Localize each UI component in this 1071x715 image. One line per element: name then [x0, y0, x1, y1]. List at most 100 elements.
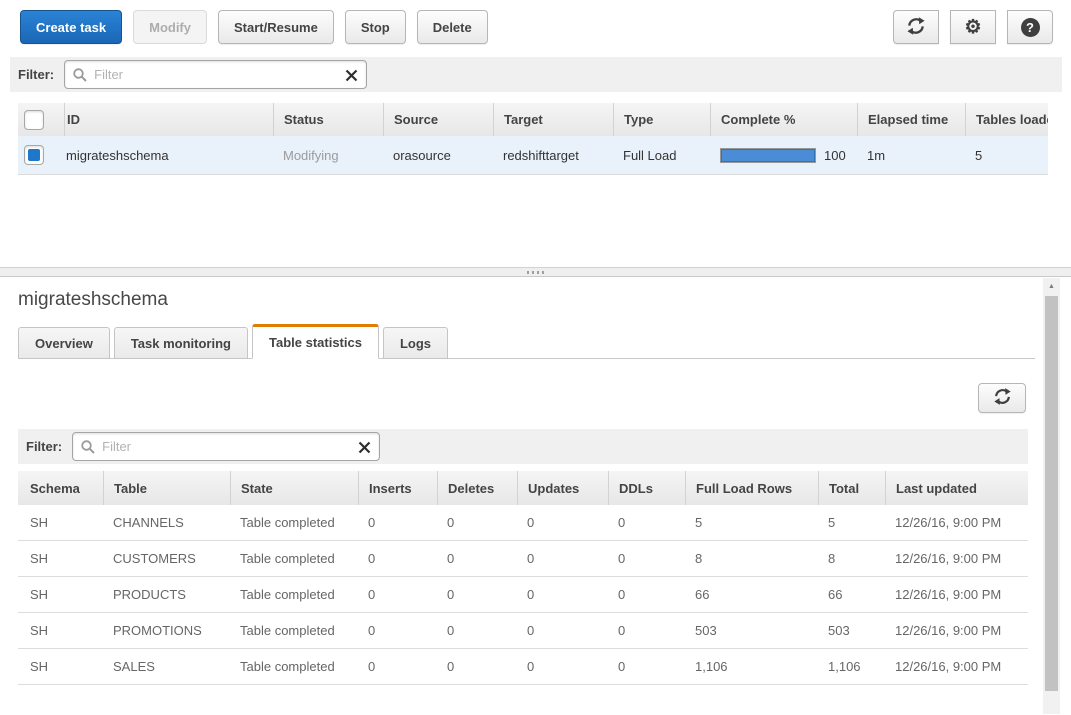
progress-bar — [720, 148, 816, 163]
stat-deletes: 0 — [437, 515, 517, 530]
detail-tabs: Overview Task monitoring Table statistic… — [18, 325, 1035, 359]
stats-row: SH CHANNELS Table completed 0 0 0 0 5 5 … — [18, 505, 1028, 541]
task-target: redshifttarget — [493, 148, 613, 163]
vertical-scrollbar[interactable]: ▲ — [1043, 278, 1060, 714]
stat-full-load-rows: 1,106 — [685, 659, 818, 674]
stat-full-load-rows: 5 — [685, 515, 818, 530]
help-icon: ? — [1021, 18, 1040, 37]
stat-inserts: 0 — [358, 623, 437, 638]
stat-table: SALES — [103, 659, 230, 674]
select-all-checkbox[interactable] — [24, 110, 44, 130]
tasks-filter-bar: Filter: — [10, 57, 1062, 92]
column-header-status[interactable]: Status — [273, 103, 383, 136]
stat-inserts: 0 — [358, 659, 437, 674]
stat-total: 66 — [818, 587, 885, 602]
help-button[interactable]: ? — [1007, 10, 1053, 44]
scrollbar-up-arrow[interactable]: ▲ — [1043, 278, 1060, 294]
column-header-ddls[interactable]: DDLs — [608, 471, 685, 505]
column-header-complete[interactable]: Complete % — [710, 103, 857, 136]
stat-state: Table completed — [230, 551, 358, 566]
column-header-elapsed-time[interactable]: Elapsed time — [857, 103, 965, 136]
stat-state: Table completed — [230, 515, 358, 530]
column-header-last-updated[interactable]: Last updated — [885, 471, 1028, 505]
modify-button[interactable]: Modify — [133, 10, 207, 44]
splitter-grip-icon — [527, 271, 529, 274]
row-checkbox[interactable] — [24, 145, 44, 165]
stat-deletes: 0 — [437, 587, 517, 602]
stat-deletes: 0 — [437, 551, 517, 566]
clear-filter-icon[interactable] — [358, 441, 371, 457]
stat-total: 5 — [818, 515, 885, 530]
stat-updates: 0 — [517, 515, 608, 530]
stat-state: Table completed — [230, 623, 358, 638]
tab-task-monitoring[interactable]: Task monitoring — [114, 327, 248, 359]
column-header-updates[interactable]: Updates — [517, 471, 608, 505]
column-header-source[interactable]: Source — [383, 103, 493, 136]
stat-ddls: 0 — [608, 623, 685, 638]
column-header-table[interactable]: Table — [103, 471, 230, 505]
stats-row: SH CUSTOMERS Table completed 0 0 0 0 8 8… — [18, 541, 1028, 577]
column-header-deletes[interactable]: Deletes — [437, 471, 517, 505]
column-header-state[interactable]: State — [230, 471, 358, 505]
column-header-total[interactable]: Total — [818, 471, 885, 505]
stat-updates: 0 — [517, 551, 608, 566]
column-header-target[interactable]: Target — [493, 103, 613, 136]
tab-overview[interactable]: Overview — [18, 327, 110, 359]
task-row[interactable]: migrateshschema Modifying orasource reds… — [18, 136, 1048, 175]
stat-ddls: 0 — [608, 587, 685, 602]
stat-ddls: 0 — [608, 659, 685, 674]
column-header-type[interactable]: Type — [613, 103, 710, 136]
stat-state: Table completed — [230, 587, 358, 602]
stat-updates: 0 — [517, 587, 608, 602]
stat-schema: SH — [18, 587, 103, 602]
settings-button[interactable]: ⚙ — [950, 10, 996, 44]
stats-row: SH PRODUCTS Table completed 0 0 0 0 66 6… — [18, 577, 1028, 613]
task-id: migrateshschema — [64, 148, 273, 163]
task-status: Modifying — [273, 148, 383, 163]
refresh-button[interactable] — [893, 10, 939, 44]
column-header-id[interactable]: ID — [64, 103, 273, 136]
column-header-inserts[interactable]: Inserts — [358, 471, 437, 505]
stat-last-updated: 12/26/16, 9:00 PM — [885, 587, 1028, 602]
stat-state: Table completed — [230, 659, 358, 674]
stat-table: CUSTOMERS — [103, 551, 230, 566]
stat-updates: 0 — [517, 623, 608, 638]
column-header-full-load-rows[interactable]: Full Load Rows — [685, 471, 818, 505]
clear-filter-icon[interactable] — [345, 69, 358, 85]
start-resume-button[interactable]: Start/Resume — [218, 10, 334, 44]
stats-refresh-button[interactable] — [978, 383, 1026, 413]
stat-full-load-rows: 66 — [685, 587, 818, 602]
stats-filter-label: Filter: — [26, 439, 62, 454]
detail-title: migrateshschema — [18, 289, 168, 311]
task-detail-pane: migrateshschema Overview Task monitoring… — [0, 277, 1071, 715]
stat-deletes: 0 — [437, 659, 517, 674]
table-statistics-table: Schema Table State Inserts Deletes Updat… — [18, 471, 1028, 685]
task-tables-loaded: 5 — [965, 148, 1048, 163]
task-source: orasource — [383, 148, 493, 163]
stat-schema: SH — [18, 659, 103, 674]
stat-schema: SH — [18, 623, 103, 638]
stat-table: CHANNELS — [103, 515, 230, 530]
stat-total: 503 — [818, 623, 885, 638]
stat-schema: SH — [18, 515, 103, 530]
tab-table-statistics[interactable]: Table statistics — [252, 324, 379, 359]
scrollbar-thumb[interactable] — [1045, 296, 1058, 691]
column-header-schema[interactable]: Schema — [18, 481, 103, 496]
stat-full-load-rows: 8 — [685, 551, 818, 566]
stop-button[interactable]: Stop — [345, 10, 406, 44]
tab-logs[interactable]: Logs — [383, 327, 448, 359]
create-task-button[interactable]: Create task — [20, 10, 122, 44]
task-complete: 100 — [710, 148, 857, 163]
gear-icon: ⚙ — [964, 18, 981, 37]
tasks-filter-input[interactable] — [64, 60, 367, 89]
stat-total: 8 — [818, 551, 885, 566]
delete-button[interactable]: Delete — [417, 10, 488, 44]
tasks-table: ID Status Source Target Type Complete % … — [18, 103, 1048, 175]
stats-filter-input[interactable] — [72, 432, 380, 461]
stat-updates: 0 — [517, 659, 608, 674]
column-header-tables-loaded[interactable]: Tables loaded — [965, 103, 1048, 136]
stat-last-updated: 12/26/16, 9:00 PM — [885, 515, 1028, 530]
stat-last-updated: 12/26/16, 9:00 PM — [885, 623, 1028, 638]
pane-splitter[interactable] — [0, 267, 1071, 277]
refresh-icon — [906, 16, 926, 39]
